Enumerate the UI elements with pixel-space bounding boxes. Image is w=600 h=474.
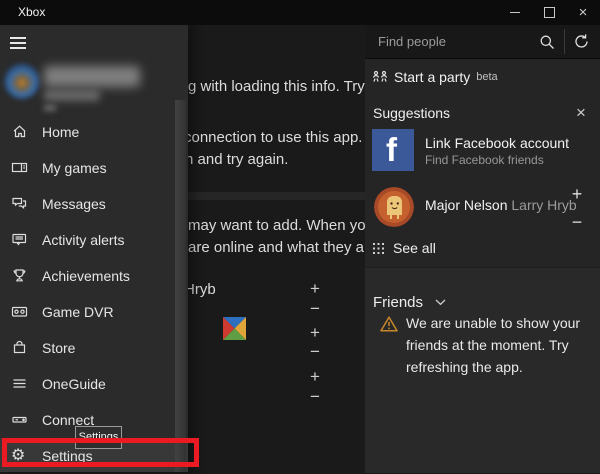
sidebar-item-label: Game DVR bbox=[42, 294, 114, 330]
title-bar: Xbox × bbox=[0, 0, 600, 25]
grid-icon bbox=[373, 243, 384, 254]
facebook-letter: f bbox=[386, 131, 397, 169]
main-person-name-fragment: Hryb bbox=[184, 281, 216, 298]
main-suggestions-text-fragment-2: are online and what they are bbox=[188, 239, 377, 256]
sidebar-item-messages[interactable]: Messages bbox=[0, 186, 176, 222]
sidebar-item-label: Activity alerts bbox=[42, 222, 124, 258]
store-bag-icon bbox=[11, 339, 29, 357]
sidebar-item-store[interactable]: Store bbox=[0, 330, 176, 366]
person-name: Major Nelson Larry Hryb bbox=[425, 197, 577, 213]
start-party-label: Start a party bbox=[394, 69, 470, 85]
sidebar-item-achievements[interactable]: Achievements bbox=[0, 258, 176, 294]
suggestion-tile-pinwheel-icon bbox=[223, 317, 246, 340]
home-icon bbox=[11, 123, 29, 141]
add-friend-button[interactable]: + bbox=[304, 368, 326, 386]
activity-alerts-icon bbox=[11, 231, 29, 249]
sidebar-item-activity-alerts[interactable]: Activity alerts bbox=[0, 222, 176, 258]
search-input[interactable]: Find people bbox=[378, 25, 446, 58]
chevron-down-icon bbox=[435, 299, 446, 306]
sidebar-item-label: Store bbox=[42, 330, 75, 366]
navigation-flyout: Home My games Messages Activity alerts A… bbox=[0, 25, 188, 472]
annotation-highlight-rectangle bbox=[2, 438, 199, 467]
find-people-searchbar[interactable]: Find people bbox=[365, 25, 600, 59]
maximize-button[interactable] bbox=[532, 0, 566, 25]
suggestion-person-item[interactable]: Major Nelson Larry Hryb bbox=[372, 185, 593, 229]
refresh-icon[interactable] bbox=[573, 33, 590, 50]
close-button[interactable]: × bbox=[566, 0, 600, 25]
sidebar-item-label: My games bbox=[42, 150, 107, 186]
user-status-redacted bbox=[44, 105, 56, 111]
remove-friend-button[interactable]: − bbox=[304, 300, 326, 318]
add-friend-button[interactable]: + bbox=[304, 324, 326, 342]
sidebar-item-game-dvr[interactable]: Game DVR bbox=[0, 294, 176, 330]
sidebar-item-label: Achievements bbox=[42, 258, 130, 294]
remove-friend-button[interactable]: − bbox=[304, 388, 326, 406]
minimize-button[interactable] bbox=[498, 0, 532, 25]
link-facebook-item[interactable]: f Link Facebook account Find Facebook fr… bbox=[372, 129, 593, 171]
warning-triangle-icon bbox=[380, 316, 398, 378]
facebook-link-title: Link Facebook account bbox=[425, 135, 569, 151]
connect-device-icon bbox=[11, 411, 29, 429]
facebook-icon: f bbox=[372, 129, 414, 171]
sidebar-item-label: Messages bbox=[42, 186, 106, 222]
suggestions-header: Suggestions × bbox=[365, 101, 600, 125]
add-friend-button[interactable]: + bbox=[304, 280, 326, 298]
main-retry-text-fragment: n and try again. bbox=[185, 151, 288, 168]
remove-friend-button[interactable]: − bbox=[304, 343, 326, 361]
add-friend-button[interactable]: + bbox=[568, 185, 586, 203]
maximize-icon bbox=[544, 7, 555, 18]
suggestions-close-button[interactable]: × bbox=[570, 101, 592, 125]
friends-title: Friends bbox=[373, 294, 423, 311]
sidebar-item-label: OneGuide bbox=[42, 366, 106, 402]
trophy-icon bbox=[11, 267, 29, 285]
game-dvr-icon bbox=[11, 303, 29, 321]
searchbar-divider bbox=[564, 29, 565, 54]
sidebar-item-my-games[interactable]: My games bbox=[0, 150, 176, 186]
facebook-link-subtitle: Find Facebook friends bbox=[425, 153, 544, 167]
close-icon: × bbox=[579, 5, 588, 20]
suggestions-title: Suggestions bbox=[373, 101, 450, 125]
person-gamertag: Major Nelson bbox=[425, 197, 507, 213]
friends-warning: We are unable to show your friends at th… bbox=[373, 312, 588, 378]
flyout-scrollbar[interactable] bbox=[175, 100, 186, 472]
user-gamertag-redacted bbox=[44, 66, 140, 87]
minimize-icon bbox=[510, 12, 520, 13]
main-section-divider bbox=[186, 192, 365, 200]
see-all-button[interactable]: See all bbox=[373, 237, 436, 259]
main-connection-text-fragment: connection to use this app. bbox=[184, 129, 362, 146]
sidebar-item-oneguide[interactable]: OneGuide bbox=[0, 366, 176, 402]
user-realname-redacted bbox=[44, 90, 100, 101]
oneguide-icon bbox=[11, 375, 29, 393]
main-error-text-fragment: g with loading this info. Try bbox=[188, 78, 365, 95]
games-icon bbox=[11, 159, 29, 177]
social-panel: Find people Start a party beta Suggestio… bbox=[365, 25, 600, 472]
hamburger-menu-button[interactable] bbox=[10, 37, 26, 52]
person-realname: Larry Hryb bbox=[511, 197, 576, 213]
sidebar-item-label: Home bbox=[42, 114, 79, 150]
friends-header-toggle[interactable]: Friends bbox=[373, 294, 446, 311]
person-avatar bbox=[374, 187, 414, 227]
start-party-button[interactable]: Start a party beta bbox=[372, 63, 593, 91]
window-title: Xbox bbox=[18, 0, 45, 25]
party-icon bbox=[372, 70, 388, 84]
search-icon[interactable] bbox=[539, 34, 555, 50]
friends-warning-text: We are unable to show your friends at th… bbox=[406, 312, 588, 378]
messages-icon bbox=[11, 195, 29, 213]
see-all-label: See all bbox=[393, 240, 436, 256]
main-suggestions-text-fragment: may want to add. When you bbox=[188, 217, 374, 234]
window-controls: × bbox=[498, 0, 600, 25]
beta-badge: beta bbox=[476, 71, 497, 83]
friends-section: Friends We are unable to show your frien… bbox=[365, 267, 600, 473]
sidebar-item-home[interactable]: Home bbox=[0, 114, 176, 150]
user-avatar[interactable] bbox=[4, 63, 40, 99]
remove-suggestion-button[interactable]: − bbox=[568, 213, 586, 231]
